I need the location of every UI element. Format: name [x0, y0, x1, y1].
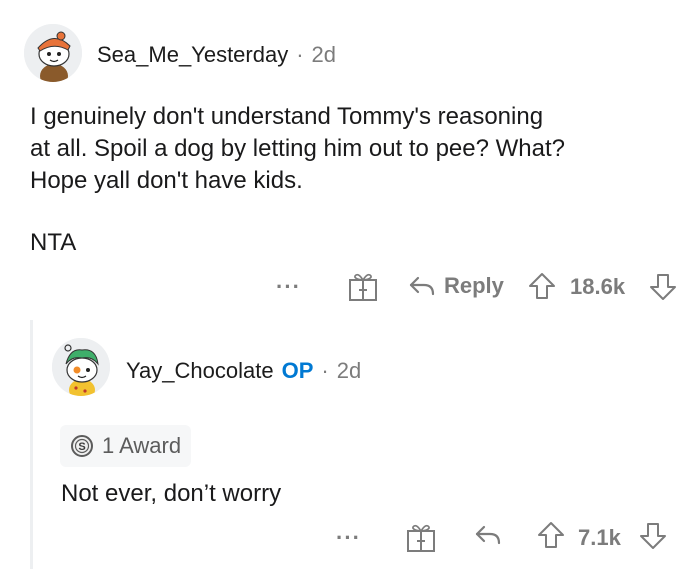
thread-line[interactable] [30, 320, 33, 569]
avatar[interactable] [24, 24, 82, 82]
gift-icon [349, 273, 377, 301]
upvote-button[interactable] [527, 271, 557, 301]
vote-score: 18.6k [570, 272, 625, 302]
comment-username[interactable]: Sea_Me_Yesterday [97, 42, 288, 68]
reply-icon [475, 525, 501, 545]
more-button[interactable]: ··· [336, 523, 361, 553]
reply-avatar[interactable] [52, 338, 110, 396]
award-badge[interactable]: S 1 Award [60, 425, 192, 467]
meta-separator: · [296, 42, 304, 67]
downvote-icon [640, 523, 666, 549]
upvote-icon [538, 522, 564, 548]
comment-body-line: I genuinely don't understand Tommy's rea… [30, 103, 544, 130]
gift-award-button[interactable] [348, 270, 378, 302]
comment-age[interactable]: 2d [312, 42, 336, 68]
reply-age[interactable]: 2d [337, 358, 361, 384]
more-button[interactable]: ··· [276, 272, 301, 302]
downvote-button[interactable] [648, 272, 678, 302]
downvote-icon [650, 274, 676, 300]
reply-label: Reply [444, 273, 504, 298]
reply-button[interactable] [474, 523, 502, 547]
vote-score: 7.1k [578, 523, 621, 553]
award-label: 1 Award [102, 433, 182, 458]
reply-body: Not ever, don’t worry [61, 480, 282, 507]
comment-body: I genuinely don't understand Tommy's rea… [30, 101, 690, 259]
gift-award-button[interactable] [406, 521, 436, 553]
more-icon: ··· [276, 274, 301, 299]
reply-button[interactable]: Reply [408, 271, 504, 301]
score-label: 18.6k [570, 274, 626, 299]
meta-separator: · [321, 358, 329, 383]
award-coin-icon: S [71, 435, 93, 457]
upvote-button[interactable] [536, 520, 566, 550]
downvote-button[interactable] [638, 521, 668, 551]
comment-body-line: Hope yall don't have kids. [30, 167, 303, 194]
reply-icon [409, 276, 435, 296]
more-icon: ··· [336, 525, 361, 550]
snoo-avatar-icon [52, 338, 110, 396]
reply-username[interactable]: Yay_Chocolate [126, 358, 274, 384]
svg-text:S: S [78, 441, 85, 453]
snoo-avatar-icon [24, 24, 82, 82]
comment-body-line: at all. Spoil a dog by letting him out t… [30, 135, 565, 162]
gift-icon [407, 524, 435, 552]
op-badge: OP [281, 358, 314, 383]
score-label: 7.1k [578, 525, 621, 550]
comment-body-line: NTA [30, 229, 77, 256]
upvote-icon [529, 273, 555, 299]
